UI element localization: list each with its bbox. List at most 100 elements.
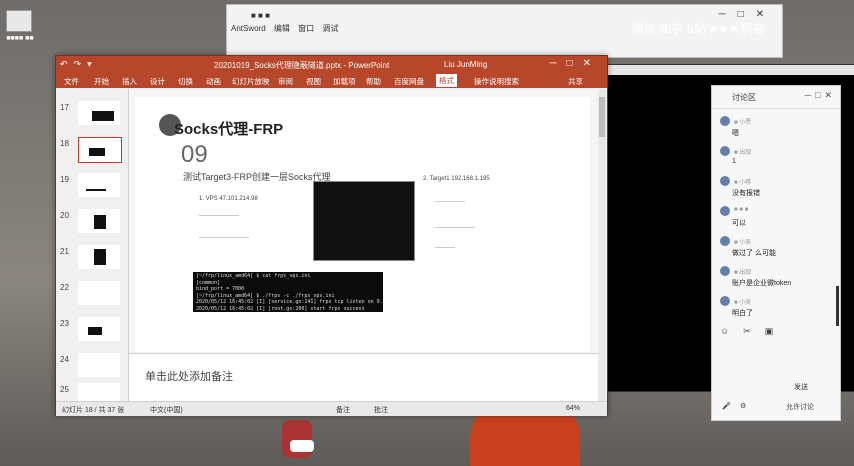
- chat-sender: ■ 小蒋: [734, 180, 752, 186]
- thumbnail-22[interactable]: 22: [60, 279, 126, 313]
- share-button[interactable]: 共享: [568, 76, 583, 87]
- thumbnail-number: 18: [60, 139, 69, 148]
- avatar: [720, 296, 730, 306]
- watermark: 微信 知乎 b站 ■ ■ ■ 同名: [632, 22, 766, 36]
- language-status[interactable]: 中文(中国): [150, 405, 183, 415]
- antsword-menu-edit[interactable]: 编辑: [274, 24, 290, 33]
- powerpoint-window[interactable]: ↶↷▾ 20201019_Socks代理隐蔽隧道.pptx - PowerPoi…: [55, 55, 608, 416]
- tab-help[interactable]: 帮助: [366, 76, 381, 87]
- notes-pane[interactable]: 单击此处添加备注: [129, 353, 598, 402]
- tab-home[interactable]: 开始: [94, 76, 109, 87]
- thumbnail-19[interactable]: 19: [60, 171, 126, 205]
- tab-review[interactable]: 审阅: [278, 76, 293, 87]
- antsword-menu-window[interactable]: 窗口: [298, 24, 314, 33]
- thumbnail-image: [78, 173, 120, 197]
- notes-placeholder[interactable]: 单击此处添加备注: [145, 368, 233, 384]
- comments-button[interactable]: 批注: [374, 405, 388, 415]
- slide-subtitle[interactable]: 测试Target3-FRP创建一层Socks代理: [183, 170, 331, 183]
- terminal-screenshot[interactable]: [~/frp/linux_amd64] $ cat frps_vps.ini [c…: [193, 272, 383, 312]
- thumbnail-17[interactable]: 17: [60, 99, 126, 133]
- send-button[interactable]: 发送: [794, 382, 808, 392]
- text-line: [435, 201, 465, 202]
- notes-button[interactable]: 备注: [336, 405, 350, 415]
- mic-icon[interactable]: 🎤: [722, 402, 731, 410]
- slide-count: 幻灯片 18 / 共 37 张: [62, 407, 125, 414]
- redo-icon[interactable]: ↷: [74, 59, 88, 69]
- thumbnail-24[interactable]: 24: [60, 351, 126, 385]
- chat-text: 没有报错: [732, 190, 760, 197]
- thumbnail-number: 23: [60, 319, 69, 328]
- discussion-panel[interactable]: 讨论区 ─□✕ ■ 小贾嗯 ■ 出现 1 ■ 小蒋 没有报错 ■ ■ ■ 可以 ■ 小…: [711, 85, 841, 421]
- tab-animations[interactable]: 动画: [206, 76, 221, 87]
- tab-file[interactable]: 文件: [64, 76, 79, 87]
- slide-title[interactable]: Socks代理-FRP: [174, 118, 283, 139]
- chat-text: 账户是企业微token: [732, 280, 792, 287]
- tell-me-search[interactable]: 操作说明搜索: [474, 76, 519, 87]
- allow-discussion-toggle[interactable]: 允许讨论: [786, 402, 814, 412]
- terminal-line: 2020/05/12 16:45:02 [I] [service.go:141]…: [196, 299, 383, 305]
- tab-baidu[interactable]: 百度网盘: [394, 76, 424, 87]
- discussion-header: 讨论区 ─□✕: [712, 86, 840, 109]
- thumbnail-23[interactable]: 23: [60, 315, 126, 349]
- antsword-window-controls[interactable]: ─□✕: [718, 9, 776, 20]
- thumbnail-number: 25: [60, 385, 69, 394]
- slide-section-number[interactable]: 09: [181, 141, 208, 169]
- target-ip-label[interactable]: 2. Target1 192.168.1.195: [423, 176, 490, 182]
- vps-ip-label[interactable]: 1. VPS 47.101.214.98: [199, 196, 258, 202]
- zoom-level[interactable]: 64%: [566, 405, 580, 412]
- tab-slideshow[interactable]: 幻灯片放映: [232, 76, 270, 87]
- avatar: [720, 146, 730, 156]
- thumbnail-20[interactable]: 20: [60, 207, 126, 241]
- slide-thumbnail-pane[interactable]: 17 18 19 20 21 22 23 24 25: [56, 89, 129, 401]
- desktop-file-icon[interactable]: [6, 10, 32, 32]
- antsword-menu-debug[interactable]: 调试: [322, 24, 338, 33]
- chat-sender: ■ 小贾: [734, 120, 752, 126]
- avatar: [720, 236, 730, 246]
- thumbnail-image-selected: [78, 137, 122, 163]
- undo-icon[interactable]: ↶: [60, 59, 74, 69]
- tab-format[interactable]: 格式: [436, 74, 457, 87]
- thumbnail-number: 22: [60, 283, 69, 292]
- qat-dropdown-icon[interactable]: ▾: [87, 59, 98, 69]
- discussion-toolbar[interactable]: ☺✂▣: [720, 326, 787, 337]
- terminal-line: 2020/05/12 16:45:02 [I] [root.go:200] st…: [196, 305, 365, 312]
- chat-sender: ■ 出现: [734, 270, 752, 276]
- current-slide[interactable]: Socks代理-FRP 09 测试Target3-FRP创建一层Socks代理 …: [135, 97, 590, 352]
- vertical-scrollbar[interactable]: [598, 89, 606, 401]
- text-line: [199, 237, 249, 238]
- chat-sender: ■ ■ ■: [734, 207, 749, 213]
- thumbnail-25[interactable]: 25: [60, 381, 126, 401]
- thumbnail-21[interactable]: 21: [60, 243, 126, 277]
- avatar: [720, 266, 730, 276]
- discussion-title: 讨论区: [732, 93, 756, 102]
- tab-view[interactable]: 视图: [306, 76, 321, 87]
- text-line: [435, 247, 455, 248]
- thumbnail-18[interactable]: 18: [60, 135, 126, 169]
- tab-transitions[interactable]: 切换: [178, 76, 193, 87]
- settings-icon[interactable]: ⚙: [740, 402, 746, 410]
- tab-addins[interactable]: 加载项: [333, 76, 356, 87]
- thumbnail-number: 17: [60, 103, 69, 112]
- antsword-menu-app[interactable]: AntSword: [231, 24, 266, 33]
- tab-insert[interactable]: 插入: [122, 76, 137, 87]
- thumbnail-image: [78, 245, 120, 269]
- quick-access-toolbar[interactable]: ↶↷▾: [60, 59, 98, 70]
- screenshot-image-selected[interactable]: [313, 181, 415, 261]
- terminal-titlebar[interactable]: [607, 65, 854, 75]
- thumbnail-image: [78, 383, 120, 401]
- discussion-controls[interactable]: ─□✕: [805, 90, 836, 101]
- slide-editor[interactable]: Socks代理-FRP 09 测试Target3-FRP创建一层Socks代理 …: [129, 89, 598, 402]
- tab-design[interactable]: 设计: [150, 76, 165, 87]
- text-line: [435, 227, 475, 228]
- wallpaper-character-2: [282, 420, 312, 458]
- emoji-icon[interactable]: ☺: [720, 326, 743, 336]
- scissors-icon[interactable]: ✂: [743, 326, 765, 336]
- user-name[interactable]: Liu JunMing: [444, 60, 487, 69]
- image-icon[interactable]: ▣: [765, 326, 788, 336]
- wallpaper-shoe: [290, 440, 314, 452]
- discussion-scrollbar[interactable]: [836, 286, 839, 326]
- chat-sender: ■ 小吴: [734, 300, 752, 306]
- scrollbar-thumb[interactable]: [599, 97, 605, 137]
- powerpoint-titlebar: ↶↷▾ 20201019_Socks代理隐蔽隧道.pptx - PowerPoi…: [56, 56, 607, 73]
- window-controls[interactable]: ─□✕: [549, 58, 601, 69]
